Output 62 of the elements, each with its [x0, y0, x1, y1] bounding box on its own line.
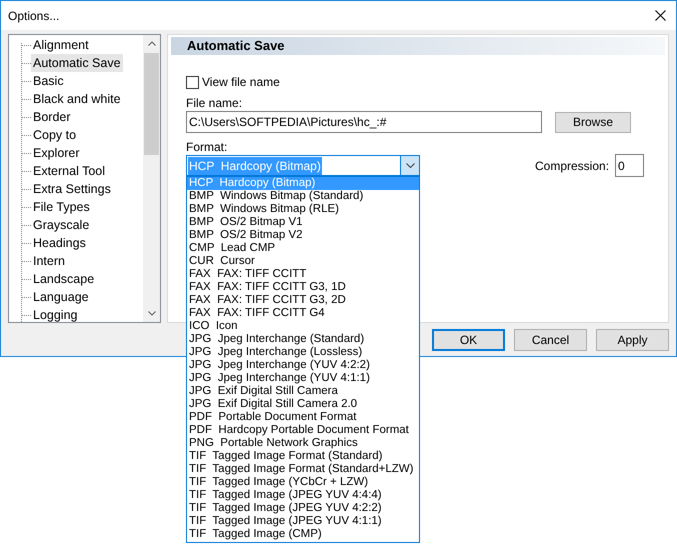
format-option[interactable]: TIF Tagged Image Format (Standard+LZW)	[187, 463, 419, 476]
browse-button[interactable]: Browse	[555, 112, 631, 132]
format-option[interactable]: PDF Hardcopy Portable Document Format	[187, 424, 419, 437]
field-label: File name:	[186, 96, 242, 110]
format-option[interactable]: JPG Exif Digital Still Camera 2.0	[187, 398, 419, 411]
checkbox[interactable]	[186, 76, 199, 88]
format-option[interactable]: JPG Jpeg Interchange (YUV 4:2:2)	[187, 359, 419, 372]
format-option[interactable]: ICO Icon	[187, 320, 419, 333]
format-option[interactable]: PDF Portable Document Format	[187, 411, 419, 424]
format-option[interactable]: FAX FAX: TIFF CCITT	[187, 268, 419, 281]
field-label: Format:	[186, 140, 228, 154]
tree-item[interactable]: Language	[31, 288, 91, 306]
format-option[interactable]: BMP Windows Bitmap (RLE)	[187, 203, 419, 216]
tree-item[interactable]: Explorer	[31, 144, 82, 162]
format-option[interactable]: TIF Tagged Image (CMP)	[187, 528, 419, 541]
format-option[interactable]: JPG Jpeg Interchange (Lossless)	[187, 346, 419, 359]
format-option[interactable]: JPG Exif Digital Still Camera	[187, 385, 419, 398]
format-option[interactable]: JPG Jpeg Interchange (YUV 4:1:1)	[187, 372, 419, 385]
tree-item[interactable]: Intern	[31, 252, 67, 270]
checkbox-label: View file name	[202, 75, 280, 89]
compression-field[interactable]: 0	[615, 154, 644, 177]
dialog-button[interactable]: Cancel	[514, 329, 587, 351]
format-option[interactable]: BMP OS/2 Bitmap V1	[187, 216, 419, 229]
scroll-up-icon[interactable]	[148, 41, 156, 46]
tree-item[interactable]: Grayscale	[31, 216, 92, 234]
format-option[interactable]: CMP Lead CMP	[187, 242, 419, 255]
format-option[interactable]: TIF Tagged Image (JPEG YUV 4:2:2)	[187, 502, 419, 515]
format-option[interactable]: PNG Portable Network Graphics	[187, 437, 419, 450]
format-option[interactable]: TIF Tagged Image (YCbCr + LZW)	[187, 476, 419, 489]
tree-item[interactable]: Basic	[31, 72, 66, 90]
tree-item[interactable]: Copy to	[31, 126, 78, 144]
format-option[interactable]: CUR Cursor	[187, 255, 419, 268]
format-option[interactable]: TIF Tagged Image (JPEG YUV 4:4:4)	[187, 489, 419, 502]
panel-title: Automatic Save	[187, 37, 285, 56]
tree-item[interactable]: Landscape	[31, 270, 96, 288]
chevron-down-icon	[406, 163, 414, 168]
scroll-thumb[interactable]	[144, 53, 159, 155]
scrollbar[interactable]	[143, 35, 160, 322]
tree-item[interactable]: Automatic Save	[31, 54, 123, 72]
format-option[interactable]: BMP Windows Bitmap (Standard)	[187, 190, 419, 203]
format-option[interactable]: BMP OS/2 Bitmap V2	[187, 229, 419, 242]
file-name-field[interactable]: C:\Users\SOFTPEDIA\Pictures\hc_:#	[186, 111, 542, 133]
tree-item[interactable]: Logging	[31, 306, 80, 322]
tree-item[interactable]: File Types	[31, 198, 92, 216]
tree-item[interactable]: External Tool	[31, 162, 108, 180]
tree-item[interactable]: Alignment	[31, 36, 91, 54]
tree-item[interactable]: Extra Settings	[31, 180, 113, 198]
tree-item[interactable]: Border	[31, 108, 73, 126]
window-title: Options...	[8, 8, 60, 24]
tree-item[interactable]: Black and white	[31, 90, 123, 108]
dialog-button[interactable]: Apply	[596, 329, 669, 351]
dialog-button[interactable]: OK	[432, 329, 505, 351]
format-option[interactable]: TIF Tagged Image (JPEG YUV 4:1:1)	[187, 515, 419, 528]
format-option[interactable]: FAX FAX: TIFF CCITT G3, 2D	[187, 294, 419, 307]
format-option[interactable]: FAX FAX: TIFF CCITT G3, 1D	[187, 281, 419, 294]
format-option[interactable]: FAX FAX: TIFF CCITT G4	[187, 307, 419, 320]
format-option[interactable]: JPG Jpeg Interchange (Standard)	[187, 333, 419, 346]
scroll-down-icon[interactable]	[148, 311, 156, 316]
tree-item[interactable]: Headings	[31, 234, 88, 252]
compression-label: Compression:	[535, 158, 610, 174]
format-option[interactable]: TIF Tagged Image Format (Standard)	[187, 450, 419, 463]
close-icon[interactable]	[655, 10, 666, 21]
